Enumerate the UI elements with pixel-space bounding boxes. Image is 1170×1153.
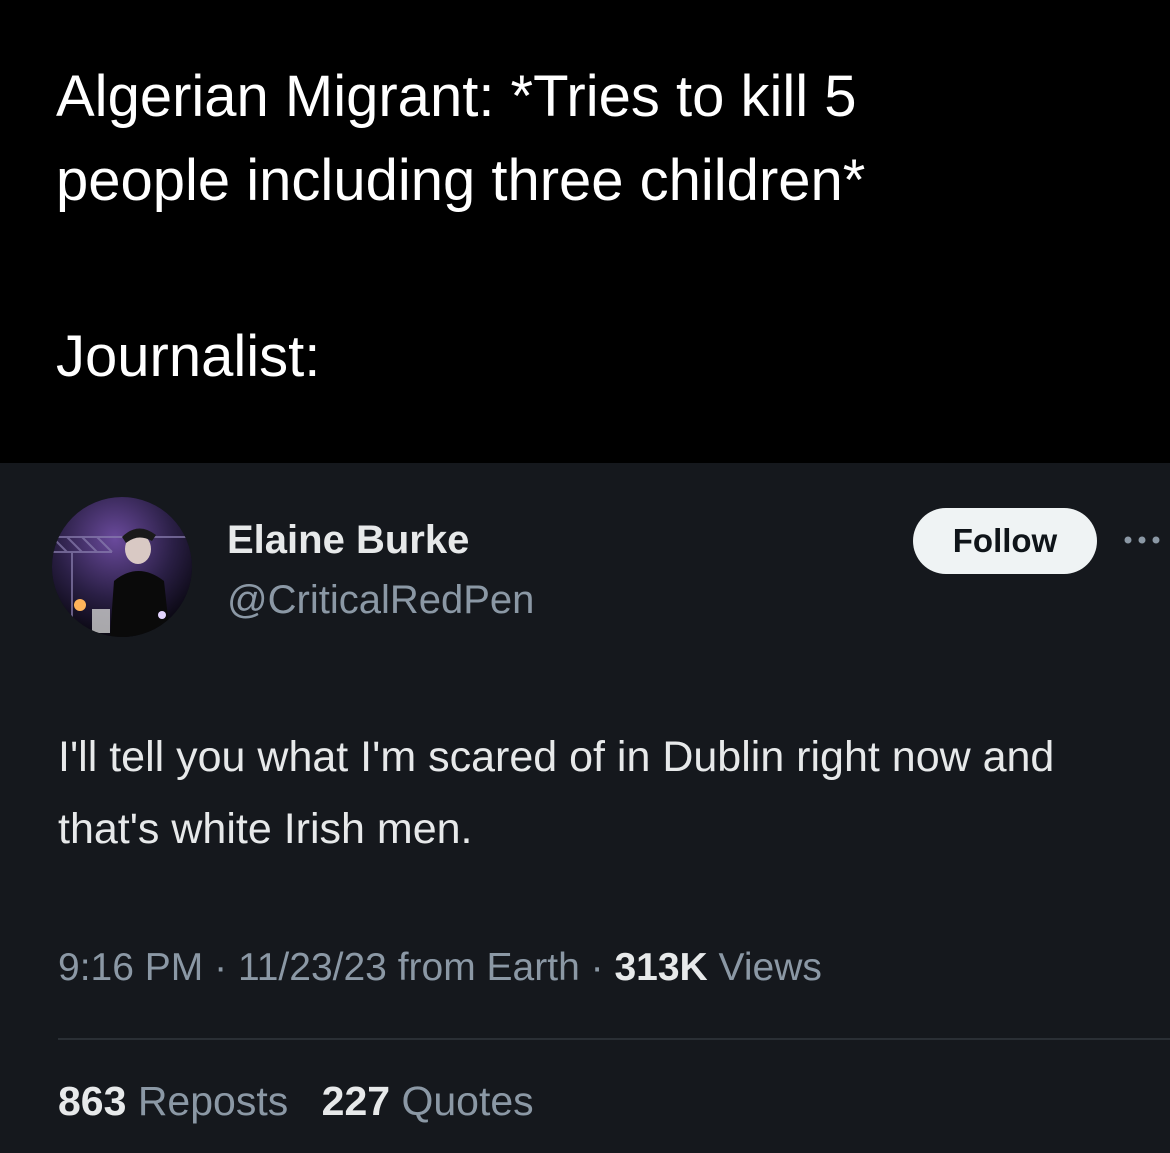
reposts-count: 863 (58, 1078, 127, 1124)
tweet-metadata: 9:16 PM · 11/23/23 from Earth · 313K Vie… (58, 946, 822, 990)
more-icon[interactable] (1118, 525, 1170, 555)
reposts-label: Reposts (137, 1078, 289, 1124)
avatar-photo (52, 497, 192, 637)
quotes-count: 227 (321, 1078, 391, 1124)
quotes-stat[interactable]: 227 Quotes (322, 1078, 534, 1125)
user-handle[interactable]: @CriticalRedPen (227, 578, 534, 623)
avatar[interactable] (52, 497, 192, 637)
views-count: 313K (614, 946, 708, 989)
tweet-text: I'll tell you what I'm scared of in Dubl… (58, 733, 1055, 853)
caption-line-2: people including three children* (56, 148, 866, 213)
follow-button[interactable]: Follow (913, 508, 1097, 574)
views-label: Views (718, 946, 822, 989)
separator: · (590, 946, 604, 989)
tweet-card: Elaine Burke @CriticalRedPen Follow I'll… (0, 463, 1170, 1153)
divider (58, 1038, 1170, 1040)
caption-line-1: Algerian Migrant: *Tries to kill 5 (56, 64, 857, 129)
meme-caption: Algerian Migrant: *Tries to kill 5 peopl… (0, 0, 1170, 463)
separator: · (214, 946, 228, 989)
reposts-stat[interactable]: 863 Reposts (58, 1078, 288, 1125)
tweet-time[interactable]: 9:16 PM (58, 946, 203, 989)
tweet-source: from Earth (397, 946, 580, 989)
tweet-date[interactable]: 11/23/23 (238, 946, 387, 989)
display-name[interactable]: Elaine Burke (227, 518, 469, 563)
engagement-stats: 863 Reposts 227 Quotes (58, 1078, 556, 1125)
quotes-label: Quotes (401, 1078, 534, 1124)
caption-line-3: Journalist: (56, 324, 321, 389)
